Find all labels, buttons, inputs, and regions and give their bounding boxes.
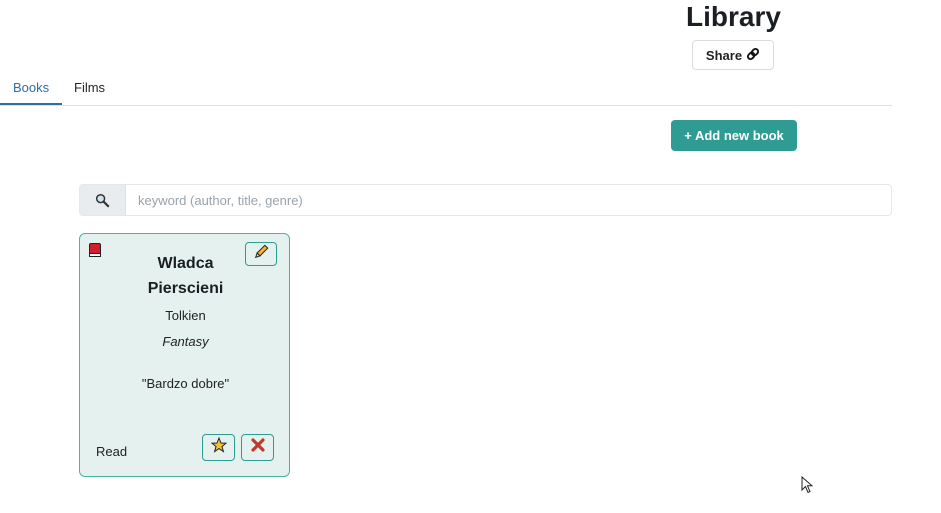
share-label: Share [705, 47, 743, 63]
share-button[interactable]: Share [692, 40, 774, 70]
link-icon [746, 47, 760, 64]
close-icon [250, 437, 266, 458]
book-author: Tolkien [165, 308, 206, 323]
add-book-button[interactable]: + Add new book [671, 120, 797, 151]
book-genre: Fantasy [162, 334, 209, 349]
library-page: Library Share Books Films + Add new book [0, 0, 941, 513]
delete-book-button[interactable] [241, 434, 274, 461]
tab-bar: Books Films [0, 75, 892, 106]
pencil-icon [253, 244, 269, 265]
book-title-line2: Pierscieni [147, 280, 224, 297]
search-bar [79, 184, 892, 216]
book-title: Wladca Pierscieni [120, 251, 251, 301]
favorite-button[interactable] [202, 434, 235, 461]
star-icon [210, 436, 227, 458]
search-input[interactable] [126, 185, 891, 215]
tab-books[interactable]: Books [0, 75, 63, 105]
page-title: Library [686, 1, 781, 32]
book-title-line1: Wladca [157, 255, 214, 272]
mouse-cursor-icon [801, 475, 814, 494]
book-status: Read [96, 444, 128, 459]
book-icon [89, 243, 101, 257]
book-card: Wladca Pierscieni Tolkien Fantasy "Bardz… [79, 233, 290, 477]
search-icon [80, 185, 126, 215]
tab-films[interactable]: Films [61, 75, 118, 104]
book-review: "Bardzo dobre" [141, 376, 230, 391]
